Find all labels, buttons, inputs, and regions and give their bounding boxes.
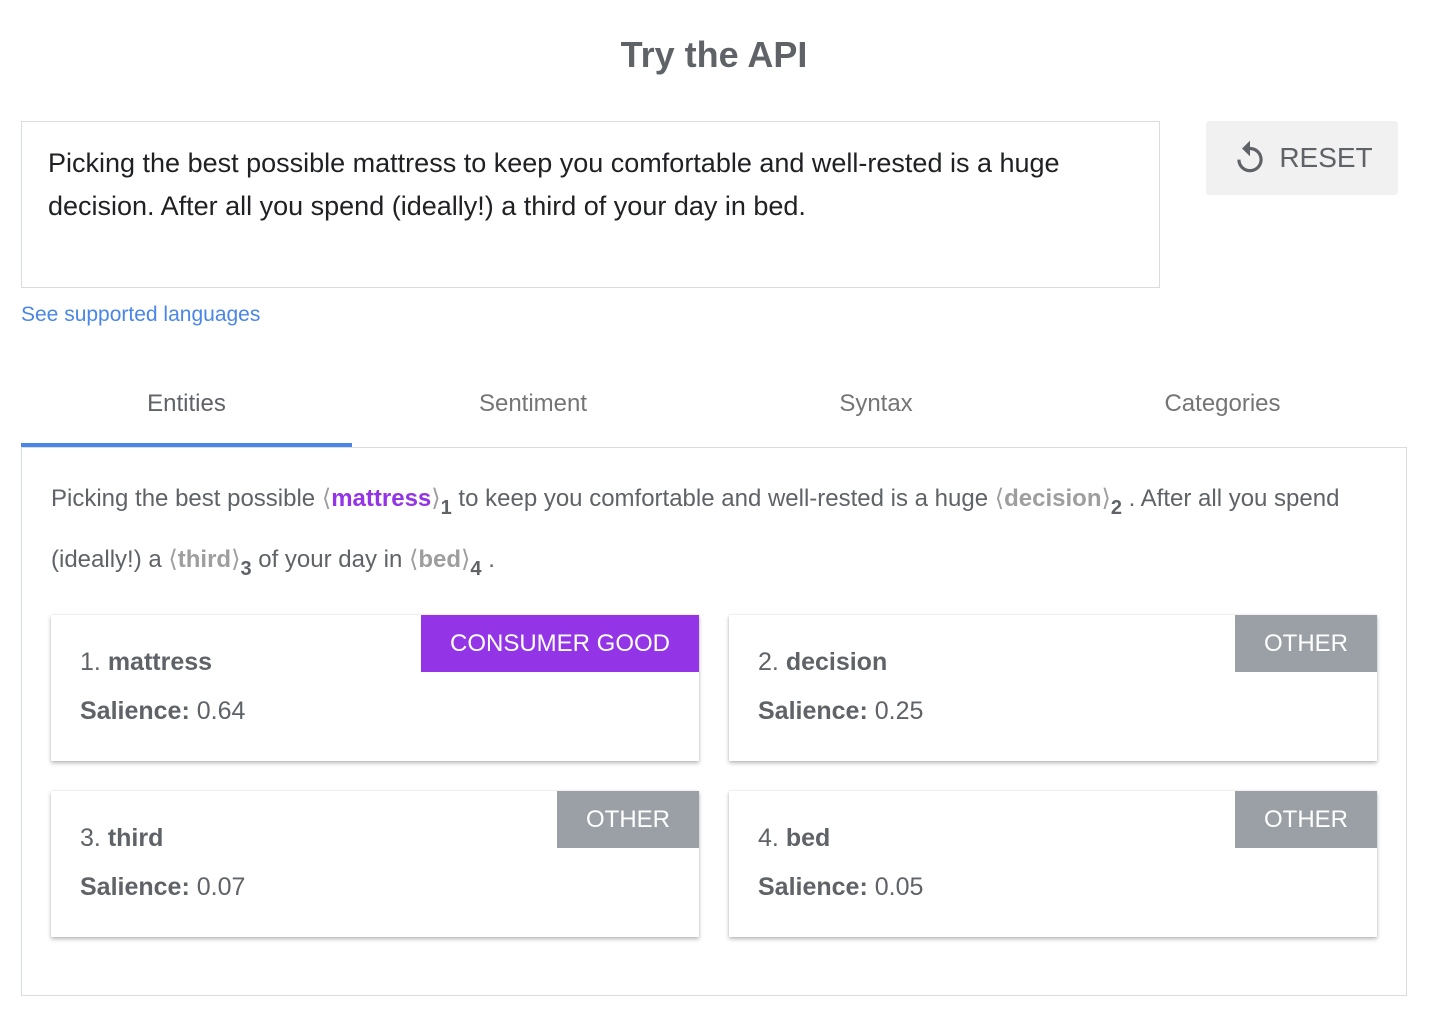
entity-number: 4 [470, 558, 482, 580]
entity-mention-decision[interactable]: ⟨decision⟩ [995, 485, 1111, 512]
text-segment: Picking the best possible [51, 485, 322, 512]
entity-salience: Salience: 0.25 [758, 697, 924, 725]
text-segment: to keep you comfortable and well-rested … [451, 485, 995, 512]
entity-salience: Salience: 0.64 [80, 697, 246, 725]
entity-name: 1. mattress [80, 648, 213, 676]
entity-salience: Salience: 0.05 [758, 873, 924, 901]
page-title: Try the API [620, 34, 808, 75]
tab-entities[interactable]: Entities [21, 380, 352, 447]
entity-name: 4. bed [758, 824, 831, 852]
text-input[interactable]: Picking the best possible mattress to ke… [21, 121, 1160, 288]
entity-card: CONSUMER GOOD 1. mattress Salience: 0.64 [51, 615, 699, 761]
entity-mention-third[interactable]: ⟨third⟩ [168, 546, 240, 573]
entity-card: OTHER 2. decision Salience: 0.25 [729, 615, 1377, 761]
entity-name: 3. third [80, 824, 164, 852]
entity-number: 1 [440, 497, 452, 519]
tab-bar: Entities Sentiment Syntax Categories [21, 380, 1407, 447]
text-segment: of your day in [251, 546, 409, 573]
entity-type-badge: OTHER [1235, 615, 1377, 672]
reset-label: RESET [1279, 142, 1373, 173]
entity-type-badge: OTHER [1235, 791, 1377, 848]
entity-name: 2. decision [758, 648, 888, 676]
entity-mention-mattress[interactable]: ⟨mattress⟩ [322, 485, 441, 512]
entity-number: 2 [1110, 497, 1122, 519]
entity-card: OTHER 3. third Salience: 0.07 [51, 791, 699, 937]
entity-type-badge: CONSUMER GOOD [420, 615, 699, 672]
refresh-icon [1237, 140, 1263, 173]
supported-languages-link[interactable]: See supported languages [21, 303, 260, 327]
tab-categories[interactable]: Categories [1038, 380, 1407, 447]
annotated-text: Picking the best possible ⟨mattress⟩1 to… [51, 473, 1361, 595]
tab-syntax[interactable]: Syntax [714, 380, 1038, 447]
tab-sentiment[interactable]: Sentiment [352, 380, 714, 447]
entity-salience: Salience: 0.07 [80, 873, 246, 901]
entities-panel: Picking the best possible ⟨mattress⟩1 to… [21, 447, 1407, 996]
text-segment: . [481, 546, 495, 573]
entity-number: 3 [240, 558, 252, 580]
reset-button[interactable]: RESET [1206, 121, 1398, 195]
entity-mention-bed[interactable]: ⟨bed⟩ [409, 546, 470, 573]
entity-type-badge: OTHER [557, 791, 699, 848]
entity-card: OTHER 4. bed Salience: 0.05 [729, 791, 1377, 937]
